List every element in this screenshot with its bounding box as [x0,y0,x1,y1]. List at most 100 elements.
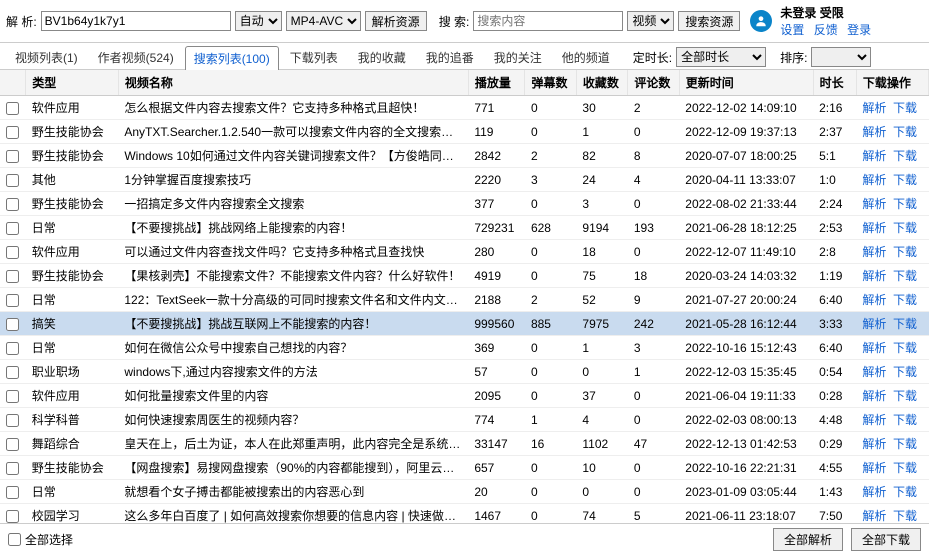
row-checkbox[interactable] [6,294,19,307]
row-download-link[interactable]: 下载 [893,437,917,451]
row-download-link[interactable]: 下载 [893,245,917,259]
search-button[interactable]: 搜索资源 [678,11,740,31]
row-download-link[interactable]: 下载 [893,269,917,283]
row-download-link[interactable]: 下载 [893,173,917,187]
tab-his-channel[interactable]: 他的频道 [553,45,619,69]
col-play[interactable]: 播放量 [468,70,525,96]
tab-my-favorites[interactable]: 我的收藏 [349,45,415,69]
row-download-link[interactable]: 下载 [893,341,917,355]
col-ops[interactable]: 下载操作 [856,70,928,96]
row-checkbox[interactable] [6,414,19,427]
select-all-checkbox[interactable]: 全部选择 [8,531,73,548]
feedback-link[interactable]: 反馈 [814,23,838,37]
table-row[interactable]: 日常【不要搜挑战】挑战网络上能搜索的内容！7292316289194193202… [0,216,929,240]
col-len[interactable]: 时长 [813,70,856,96]
tab-video-list[interactable]: 视频列表(1) [6,45,87,69]
row-download-link[interactable]: 下载 [893,485,917,499]
row-checkbox[interactable] [6,126,19,139]
row-download-link[interactable]: 下载 [893,293,917,307]
col-fav[interactable]: 收藏数 [576,70,627,96]
row-parse-link[interactable]: 解析 [862,197,886,211]
row-parse-link[interactable]: 解析 [862,293,886,307]
row-parse-link[interactable]: 解析 [862,461,886,475]
login-link[interactable]: 登录 [847,23,871,37]
row-checkbox[interactable] [6,102,19,115]
row-parse-link[interactable]: 解析 [862,221,886,235]
table-row[interactable]: 其他1分钟掌握百度搜索技巧222032442020-04-11 13:33:07… [0,168,929,192]
col-comment[interactable]: 评论数 [628,70,679,96]
row-checkbox[interactable] [6,390,19,403]
col-type[interactable]: 类型 [26,70,119,96]
table-row[interactable]: 日常如何在微信公众号中搜索自己想找的内容？3690132022-10-16 15… [0,336,929,360]
row-download-link[interactable]: 下载 [893,365,917,379]
row-checkbox[interactable] [6,318,19,331]
row-checkbox[interactable] [6,222,19,235]
row-download-link[interactable]: 下载 [893,461,917,475]
row-checkbox[interactable] [6,438,19,451]
table-row[interactable]: 软件应用可以通过文件内容查找文件吗？它支持多种格式且查找快28001802022… [0,240,929,264]
parse-input[interactable] [41,11,231,31]
row-download-link[interactable]: 下载 [893,197,917,211]
row-checkbox[interactable] [6,270,19,283]
tab-my-follow-series[interactable]: 我的追番 [417,45,483,69]
row-checkbox[interactable] [6,198,19,211]
tab-search-list[interactable]: 搜索列表(100) [185,46,279,70]
format-select[interactable]: MP4-AVC [286,11,361,31]
col-danmu[interactable]: 弹幕数 [525,70,576,96]
table-row[interactable]: 日常就想看个女子搏击都能被搜索出的内容恶心到200002023-01-09 03… [0,480,929,504]
row-download-link[interactable]: 下载 [893,317,917,331]
row-parse-link[interactable]: 解析 [862,149,886,163]
sort-select[interactable] [811,47,871,67]
row-parse-link[interactable]: 解析 [862,509,886,523]
row-checkbox[interactable] [6,150,19,163]
row-parse-link[interactable]: 解析 [862,269,886,283]
tab-author-videos[interactable]: 作者视频(524) [89,45,183,69]
tab-download-list[interactable]: 下载列表 [281,45,347,69]
search-type-select[interactable]: 视频 [627,11,674,31]
table-row[interactable]: 日常122：TextSeek一款十分高级的可同时搜索文件名和文件内文本内容的全文… [0,288,929,312]
avatar-icon[interactable] [750,10,772,32]
download-all-button[interactable]: 全部下载 [851,528,921,551]
auto-select[interactable]: 自动 [235,11,282,31]
table-row[interactable]: 软件应用如何批量搜索文件里的内容209503702021-06-04 19:11… [0,384,929,408]
row-parse-link[interactable]: 解析 [862,125,886,139]
table-row[interactable]: 科学科普如何快速搜索周医生的视频内容？7741402022-02-03 08:0… [0,408,929,432]
table-row[interactable]: 搞笑【不要搜挑战】挑战互联网上不能搜索的内容！99956088579752422… [0,312,929,336]
table-row[interactable]: 野生技能协会一招搞定多文件内容搜索全文搜索3770302022-08-02 21… [0,192,929,216]
settings-link[interactable]: 设置 [780,23,804,37]
table-row[interactable]: 野生技能协会Windows 10如何通过文件内容关键词搜索文件？【方俊皓同学】2… [0,144,929,168]
row-checkbox[interactable] [6,486,19,499]
parse-all-button[interactable]: 全部解析 [773,528,843,551]
row-download-link[interactable]: 下载 [893,509,917,523]
row-checkbox[interactable] [6,174,19,187]
table-row[interactable]: 野生技能协会AnyTXT.Searcher.1.2.540一款可以搜索文件内容的… [0,120,929,144]
tab-my-following[interactable]: 我的关注 [485,45,551,69]
table-row[interactable]: 软件应用怎么根据文件内容去搜索文件？它支持多种格式且超快！77103022022… [0,96,929,120]
table-row[interactable]: 职业职场windows下,通过内容搜索文件的方法570012022-12-03 … [0,360,929,384]
select-all-input[interactable] [8,533,21,546]
row-download-link[interactable]: 下载 [893,101,917,115]
row-parse-link[interactable]: 解析 [862,389,886,403]
row-checkbox[interactable] [6,510,19,523]
row-parse-link[interactable]: 解析 [862,101,886,115]
row-parse-link[interactable]: 解析 [862,317,886,331]
table-row[interactable]: 野生技能协会【果核剥壳】不能搜索文件？不能搜索文件内容？什么好软件！491907… [0,264,929,288]
row-download-link[interactable]: 下载 [893,125,917,139]
row-parse-link[interactable]: 解析 [862,437,886,451]
results-table-wrap[interactable]: 类型 视频名称 播放量 弹幕数 收藏数 评论数 更新时间 时长 下载操作 软件应… [0,70,929,524]
row-parse-link[interactable]: 解析 [862,413,886,427]
row-checkbox[interactable] [6,342,19,355]
row-parse-link[interactable]: 解析 [862,341,886,355]
row-download-link[interactable]: 下载 [893,221,917,235]
row-parse-link[interactable]: 解析 [862,245,886,259]
col-title[interactable]: 视频名称 [118,70,468,96]
table-row[interactable]: 舞蹈综合皇天在上，后土为证，本人在此郑重声明，此内容完全是系统推荐，本人从未33… [0,432,929,456]
parse-button[interactable]: 解析资源 [365,11,427,31]
col-updated[interactable]: 更新时间 [679,70,813,96]
row-download-link[interactable]: 下载 [893,149,917,163]
duration-select[interactable]: 全部时长 [676,47,766,67]
row-parse-link[interactable]: 解析 [862,365,886,379]
row-parse-link[interactable]: 解析 [862,173,886,187]
row-parse-link[interactable]: 解析 [862,485,886,499]
table-row[interactable]: 校园学习这么多年白百度了 | 如何高效搜索你想要的信息内容 | 快速做功课 | … [0,504,929,525]
